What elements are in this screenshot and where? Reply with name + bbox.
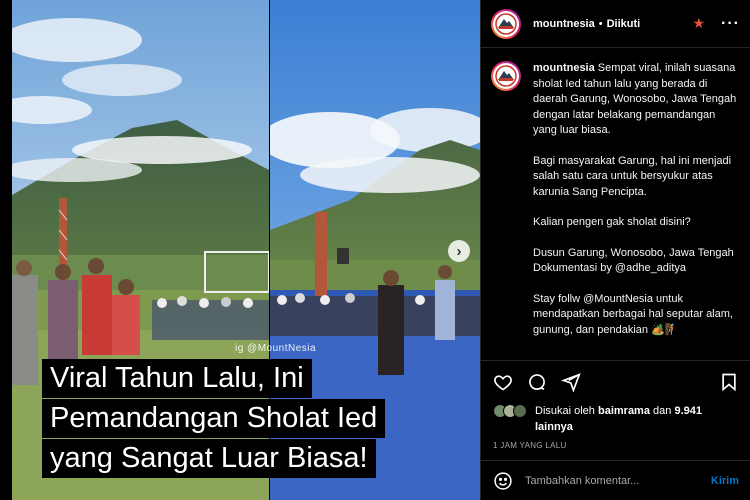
avatar[interactable] (513, 404, 527, 418)
header-separator: • (598, 17, 603, 30)
caption-paragraph: Bagi masyarakat Garung, hal ini menjadi … (533, 154, 732, 198)
post-image[interactable]: ig @MountNesia Viral Tahun Lalu, Ini Pem… (0, 0, 480, 500)
action-bar (493, 371, 739, 393)
avatar[interactable] (491, 8, 521, 39)
mountnesia-logo-icon (493, 63, 519, 89)
heart-icon[interactable] (493, 372, 513, 392)
share-icon[interactable] (561, 372, 581, 392)
avatar[interactable] (491, 61, 521, 91)
post-sidebar: mountnesia • Diikuti ★ ··· mountnesia Se… (480, 0, 750, 500)
caption-comment: mountnesia Sempat viral, inilah suasana … (491, 61, 741, 338)
likes-connector: dan (653, 405, 672, 417)
star-icon[interactable]: ★ (692, 15, 705, 32)
image-watermark: ig @MountNesia (235, 343, 317, 354)
post-caption: mountnesia Sempat viral, inilah suasana … (481, 55, 750, 360)
comment-input[interactable] (525, 474, 711, 487)
likes-suffix[interactable]: lainnya (535, 421, 573, 433)
liker-username[interactable]: baimrama (598, 405, 650, 417)
likes-count[interactable]: 9.941 (674, 405, 702, 417)
image-caption-overlay: Viral Tahun Lalu, Ini Pemandangan Sholat… (42, 359, 462, 479)
likes-summary: Disukai oleh baimrama dan 9.941 lainnya (493, 403, 739, 435)
caption-line: Viral Tahun Lalu, Ini (42, 359, 312, 398)
emoji-icon[interactable] (493, 471, 513, 491)
caption-username[interactable]: mountnesia (533, 62, 595, 74)
post-header: mountnesia • Diikuti ★ ··· (481, 0, 750, 48)
caption-paragraph: Stay follw @MountNesia untuk mendapatkan… (533, 292, 733, 336)
post-timestamp[interactable]: 1 JAM YANG LALU (493, 441, 739, 450)
more-options-icon[interactable]: ··· (721, 15, 740, 33)
likes-prefix: Disukai oleh (535, 405, 595, 417)
add-comment-bar: Kirim (481, 460, 750, 500)
caption-line: yang Sangat Luar Biasa! (42, 439, 376, 478)
header-username[interactable]: mountnesia (533, 18, 595, 30)
caption-paragraph: Dusun Garung, Wonosobo, Jawa Tengah Doku… (533, 246, 734, 275)
carousel-next-icon[interactable]: › (448, 240, 470, 262)
post-comment-button[interactable]: Kirim (711, 475, 739, 487)
mountnesia-logo-icon (493, 10, 519, 37)
likes-text: Disukai oleh baimrama dan 9.941 lainnya (535, 403, 702, 435)
caption-line: Pemandangan Sholat Ied (42, 399, 386, 438)
follow-status-button[interactable]: Diikuti (607, 18, 641, 30)
post-actions: Disukai oleh baimrama dan 9.941 lainnya … (481, 360, 750, 450)
liker-avatars (493, 404, 527, 418)
bookmark-icon[interactable] (719, 372, 739, 392)
caption-text: mountnesia Sempat viral, inilah suasana … (533, 61, 738, 338)
caption-paragraph: mountnesia Sempat viral, inilah suasana … (533, 61, 738, 139)
comment-icon[interactable] (527, 372, 547, 392)
caption-paragraph: Kalian pengen gak sholat disini? (533, 216, 691, 228)
